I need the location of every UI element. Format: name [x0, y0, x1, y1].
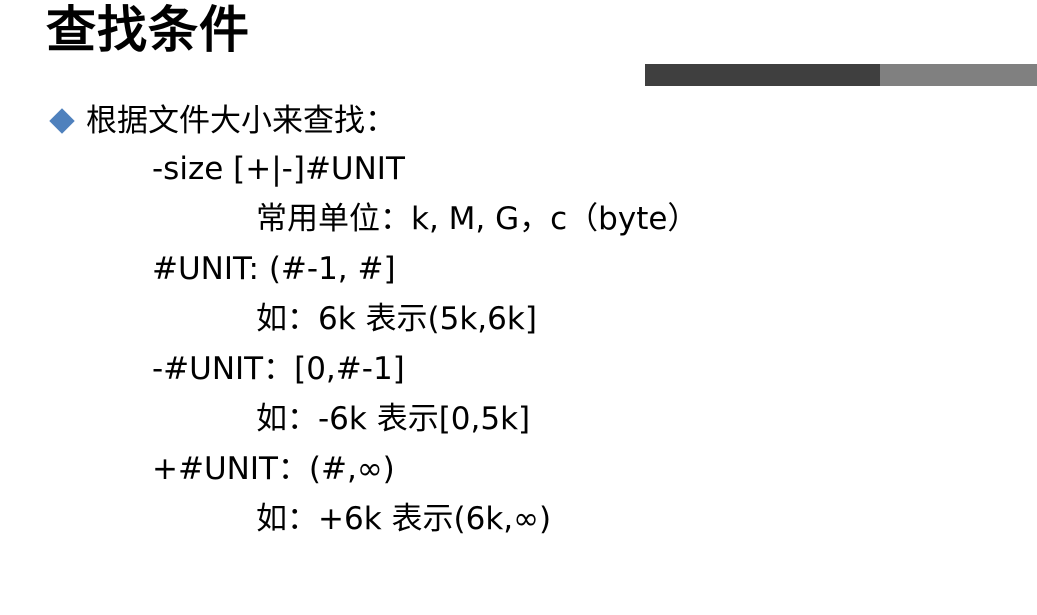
minus-unit-rule-line: -#UNIT：[0,#-1]: [152, 351, 405, 387]
plus-unit-rule-line: +#UNIT：(#,∞): [152, 451, 395, 487]
title-rule-light: [880, 64, 1037, 86]
plus-unit-example-line: 如：+6k 表示(6k,∞): [256, 501, 552, 537]
exact-unit-example-line: 如：6k 表示(5k,6k]: [256, 301, 537, 337]
title-rule-dark: [645, 64, 880, 86]
diamond-bullet-icon: [49, 108, 75, 134]
units-line: 常用单位：k, M, G，c（byte）: [256, 201, 699, 237]
slide: 查找条件 根据文件大小来查找： -size [+|-]#UNIT 常用单位：k,…: [0, 0, 1037, 615]
size-syntax-line: -size [+|-]#UNIT: [152, 151, 405, 187]
slide-title: 查找条件: [46, 1, 250, 59]
bullet-item: 根据文件大小来查找：: [49, 98, 396, 144]
exact-unit-rule-line: #UNIT: (#-1, #]: [152, 251, 396, 287]
bullet-text: 根据文件大小来查找：: [86, 103, 396, 139]
minus-unit-example-line: 如：-6k 表示[0,5k]: [256, 401, 531, 437]
